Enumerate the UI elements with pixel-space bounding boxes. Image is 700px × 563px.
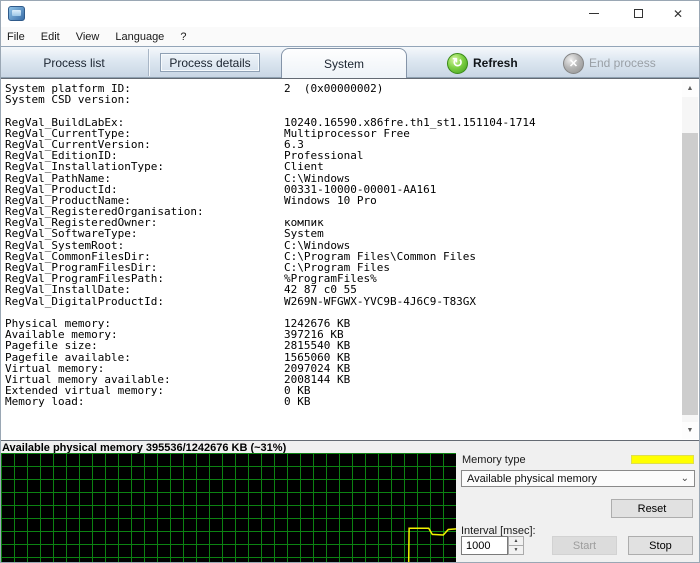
system-info-row: Pagefile size:2815540 KB — [5, 340, 536, 351]
refresh-label: Refresh — [473, 56, 518, 70]
interval-stepper[interactable]: ▲ ▼ — [508, 536, 524, 555]
minimize-icon — [589, 13, 599, 14]
tab-process-list[interactable]: Process list — [0, 48, 148, 77]
tab-process-details[interactable]: Process details — [160, 53, 260, 72]
end-process-label: End process — [589, 56, 656, 70]
menu-item-file[interactable]: File — [5, 30, 27, 44]
tab-strip: Process list Process details System ↻ Re… — [0, 46, 700, 78]
memory-graph — [1, 453, 456, 563]
line-color-swatch — [631, 455, 694, 464]
memory-type-label: Memory type — [462, 454, 526, 466]
tab-system[interactable]: System — [281, 48, 407, 78]
system-info-row: Pagefile available:1565060 KB — [5, 352, 536, 363]
refresh-icon: ↻ — [447, 53, 468, 74]
menu-item-edit[interactable]: Edit — [39, 30, 62, 44]
title-bar: ✕ — [0, 0, 700, 27]
close-button[interactable]: ✕ — [656, 0, 700, 27]
stepper-up-icon[interactable]: ▲ — [509, 537, 523, 546]
system-info-row: RegVal_PathName:C:\Windows — [5, 173, 536, 184]
scroll-down-icon[interactable]: ▼ — [682, 422, 698, 439]
memory-type-select[interactable]: Available physical memory ⌄ — [461, 470, 695, 487]
chevron-down-icon: ⌄ — [681, 474, 689, 484]
system-info-row: Extended virtual memory:0 KB — [5, 385, 536, 396]
refresh-button[interactable]: ↻ Refresh — [447, 50, 518, 76]
menu-item-[interactable]: ? — [178, 30, 188, 44]
end-process-icon: ✕ — [563, 53, 584, 74]
app-icon — [8, 6, 25, 21]
minimize-button[interactable] — [572, 0, 616, 27]
system-info-row: RegVal_SoftwareType:System — [5, 228, 536, 239]
memory-line-chart — [1, 453, 456, 563]
system-info-row: RegVal_InstallationType:Client — [5, 161, 536, 172]
memory-monitor-panel: Available physical memory 395536/1242676… — [0, 441, 700, 563]
memory-line — [409, 528, 456, 563]
reset-button[interactable]: Reset — [611, 499, 693, 518]
stepper-down-icon[interactable]: ▼ — [509, 546, 523, 554]
system-info-panel: System platform ID:2 (0x00000002)System … — [0, 78, 700, 441]
interval-input[interactable] — [461, 536, 508, 555]
end-process-button[interactable]: ✕ End process — [563, 50, 656, 76]
stop-button[interactable]: Stop — [628, 536, 693, 555]
menu-item-language[interactable]: Language — [113, 30, 166, 44]
system-info-row: System CSD version: — [5, 94, 536, 105]
system-info-row: Memory load:0 KB — [5, 396, 536, 407]
tab-divider — [148, 49, 149, 76]
start-button[interactable]: Start — [552, 536, 617, 555]
menu-item-view[interactable]: View — [74, 30, 102, 44]
scrollbar-thumb[interactable] — [682, 133, 698, 415]
vertical-scrollbar[interactable]: ▲ ▼ — [682, 80, 698, 439]
memory-type-value: Available physical memory — [467, 473, 597, 485]
maximize-icon — [634, 9, 643, 18]
scroll-up-icon[interactable]: ▲ — [682, 80, 698, 97]
system-info-row: RegVal_DigitalProductId:W269N-WFGWX-YVC9… — [5, 296, 536, 307]
menu-bar: File Edit View Language? — [0, 27, 700, 46]
close-icon: ✕ — [673, 8, 683, 20]
system-info-list: System platform ID:2 (0x00000002)System … — [5, 83, 536, 407]
maximize-button[interactable] — [616, 0, 660, 27]
